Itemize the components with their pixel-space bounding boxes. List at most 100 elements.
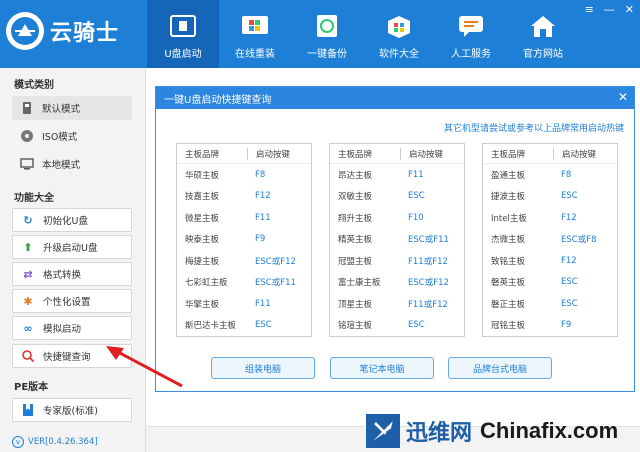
refresh-icon: ↻ bbox=[23, 213, 33, 227]
table-row: 映泰主板 F9 bbox=[177, 229, 311, 251]
table-row: 顶星主板 F11或F12 bbox=[330, 293, 464, 315]
close-icon[interactable]: ✕ bbox=[625, 4, 634, 16]
key-cell: ESC bbox=[255, 320, 272, 331]
table-row: 精英主板 ESC或F11 bbox=[330, 229, 464, 251]
table-row: 华擎主板 F11 bbox=[177, 293, 311, 315]
brand-cell: 顶星主板 bbox=[338, 299, 373, 310]
sidebar-item-upgrade-usb[interactable]: ⬆ 升级启动U盘 bbox=[12, 235, 132, 259]
dialog-titlebar: 一键U盘启动快捷键查询 ✕ bbox=[156, 87, 634, 109]
table-header: 主板品牌 启动按键 bbox=[177, 144, 311, 164]
sidebar-item-label: 格式转换 bbox=[43, 270, 82, 281]
app-title: 云骑士 bbox=[50, 21, 120, 46]
brand-cell: 致铭主板 bbox=[491, 256, 526, 267]
brand-cell: 微星主板 bbox=[185, 213, 220, 224]
sidebar-item-local-mode[interactable]: 本地模式 bbox=[12, 152, 132, 176]
tab-online-reinstall[interactable]: 在线重装 bbox=[219, 0, 291, 68]
disc-icon bbox=[20, 129, 34, 143]
key-cell: F8 bbox=[255, 169, 266, 180]
table-row: 富士康主板 ESC或F12 bbox=[330, 272, 464, 294]
sidebar-item-format-convert[interactable]: ⇄ 格式转换 bbox=[12, 262, 132, 286]
usb-drive-icon bbox=[20, 101, 34, 115]
convert-icon: ⇄ bbox=[23, 267, 33, 281]
close-icon[interactable]: ✕ bbox=[618, 91, 628, 103]
key-cell: ESC或F11 bbox=[408, 235, 449, 246]
key-cell: F12 bbox=[561, 212, 577, 223]
key-cell: F11 bbox=[255, 298, 271, 309]
brand-table-2: 主板品牌 启动按键 昂达主板 F11 双敏主板 ESC 翔升主板 F10 精英主板 ES… bbox=[329, 143, 465, 337]
tab-label: U盘启动 bbox=[164, 49, 202, 60]
key-cell: ESC或F12 bbox=[408, 278, 449, 289]
table-row: 七彩虹主板 ESC或F11 bbox=[177, 272, 311, 294]
search-icon bbox=[21, 349, 35, 363]
sidebar-item-default-mode[interactable]: 默认模式 bbox=[12, 96, 132, 120]
tab-software[interactable]: 软件大全 bbox=[363, 0, 435, 68]
sidebar-item-personalize[interactable]: ✱ 个性化设置 bbox=[12, 289, 132, 313]
brand-cell: 映泰主板 bbox=[185, 235, 220, 246]
sidebar-item-init-usb[interactable]: ↻ 初始化U盘 bbox=[12, 208, 132, 232]
sidebar-item-iso-mode[interactable]: ISO模式 bbox=[12, 124, 132, 148]
brand-cell: 七彩虹主板 bbox=[185, 278, 228, 289]
key-cell: ESC bbox=[408, 191, 425, 202]
version-label: VER[0.4.26.364] bbox=[28, 437, 98, 447]
tab-website[interactable]: 官方网站 bbox=[507, 0, 579, 68]
table-row: Intel主板 F12 bbox=[483, 207, 617, 229]
tab-support[interactable]: 人工服务 bbox=[435, 0, 507, 68]
software-box-icon bbox=[384, 13, 414, 39]
table-row: 昂达主板 F11 bbox=[330, 164, 464, 186]
app-logo: 云骑士 bbox=[6, 12, 119, 50]
brand-cell: 磐正主板 bbox=[491, 299, 526, 310]
col-key: 启动按键 bbox=[553, 147, 617, 160]
brand-cell: 双敏主板 bbox=[338, 192, 373, 203]
key-cell: ESC bbox=[561, 298, 578, 309]
key-cell: ESC bbox=[561, 191, 578, 202]
tab-usb-boot[interactable]: U盘启动 bbox=[147, 0, 219, 68]
brand-cell: Intel主板 bbox=[491, 213, 527, 224]
table-row: 捷波主板 ESC bbox=[483, 186, 617, 208]
brand-cell: 盈通主板 bbox=[491, 170, 526, 181]
col-brand: 主板品牌 bbox=[491, 149, 526, 160]
watermark-text-cn: 迅维网 bbox=[406, 421, 473, 446]
brand-desktop-button[interactable]: 品牌台式电脑 bbox=[448, 357, 552, 379]
assembled-pc-button[interactable]: 组装电脑 bbox=[211, 357, 315, 379]
tab-backup[interactable]: 一键备份 bbox=[291, 0, 363, 68]
windows-icon bbox=[240, 13, 270, 39]
key-cell: F12 bbox=[255, 191, 271, 202]
table-row: 杰微主板 ESC或F8 bbox=[483, 229, 617, 251]
key-cell: ESC或F8 bbox=[561, 235, 597, 246]
chevron-down-icon: v bbox=[12, 436, 24, 448]
brand-cell: 技嘉主板 bbox=[185, 192, 220, 203]
home-icon bbox=[528, 13, 558, 39]
sidebar-item-pe-expert[interactable]: 专家版(标准) bbox=[12, 398, 132, 422]
sidebar: 模式类别 默认模式 ISO模式 本地模式 功能大全 ↻ 初始化U盘 ⬆ 升级启动… bbox=[0, 68, 146, 452]
hotkey-dialog: 一键U盘启动快捷键查询 ✕ 其它机型请尝试或参考以上品牌常用启动热键 主板品牌 … bbox=[155, 86, 635, 392]
sidebar-item-label: 初始化U盘 bbox=[43, 216, 88, 227]
col-key: 启动按键 bbox=[247, 147, 311, 160]
key-cell: F8 bbox=[561, 169, 572, 180]
watermark: 迅维网 Chinafix.com bbox=[360, 410, 640, 452]
sidebar-item-simulate-boot[interactable]: ∞ 模拟启动 bbox=[12, 316, 132, 340]
brand-cell: 捷波主板 bbox=[491, 192, 526, 203]
table-row: 翔升主板 F10 bbox=[330, 207, 464, 229]
tab-label: 在线重装 bbox=[235, 49, 275, 60]
brand-cell: 冠盟主板 bbox=[338, 256, 373, 267]
version-info: v VER[0.4.26.364] bbox=[12, 436, 98, 448]
key-cell: F9 bbox=[561, 320, 572, 331]
top-bar: 云骑士 U盘启动 在线重装 一键备份 软件大全 人工服务 官方网站 ≡ — ✕ bbox=[0, 0, 640, 68]
table-row: 梅捷主板 ESC或F12 bbox=[177, 250, 311, 272]
key-cell: F10 bbox=[408, 212, 424, 223]
sidebar-item-label: 本地模式 bbox=[42, 160, 81, 171]
key-cell: ESC或F12 bbox=[255, 256, 296, 267]
section-title-modes: 模式类别 bbox=[14, 80, 54, 91]
other-models-link[interactable]: 其它机型请尝试或参考以上品牌常用启动热键 bbox=[444, 121, 624, 134]
minimize-icon[interactable]: — bbox=[604, 4, 615, 16]
table-row: 磐正主板 ESC bbox=[483, 293, 617, 315]
section-title-functions: 功能大全 bbox=[14, 193, 54, 204]
brand-cell: 昂达主板 bbox=[338, 170, 373, 181]
col-brand: 主板品牌 bbox=[338, 149, 373, 160]
sidebar-item-label: 升级启动U盘 bbox=[43, 243, 98, 254]
laptop-button[interactable]: 笔记本电脑 bbox=[330, 357, 434, 379]
table-row: 冠铭主板 F9 bbox=[483, 315, 617, 337]
menu-icon[interactable]: ≡ bbox=[585, 4, 594, 16]
key-cell: ESC bbox=[408, 320, 425, 331]
tab-label: 一键备份 bbox=[307, 49, 347, 60]
